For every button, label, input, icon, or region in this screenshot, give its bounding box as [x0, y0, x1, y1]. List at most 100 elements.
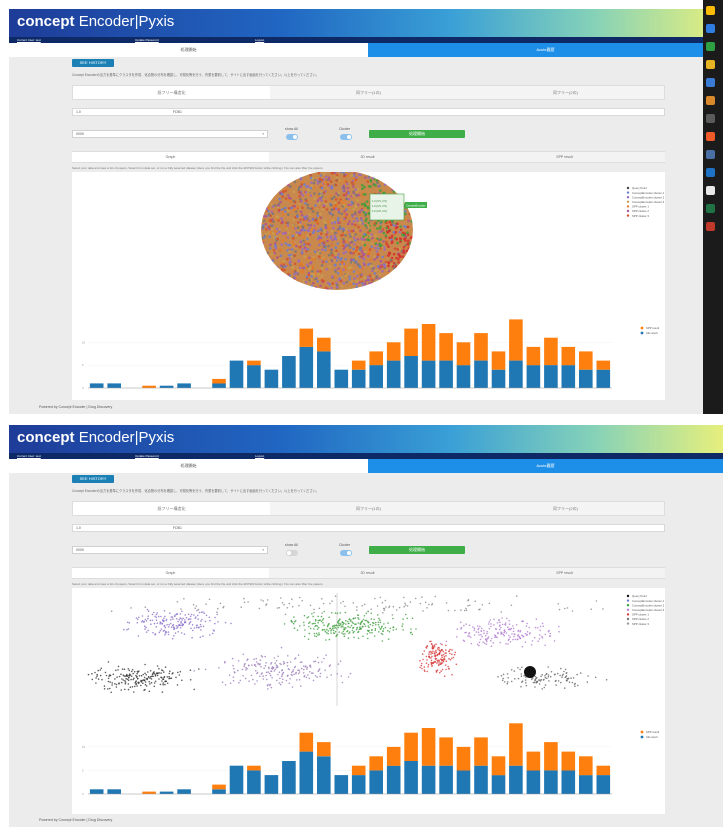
scatter-point: [218, 667, 220, 669]
scatter-point: [187, 613, 190, 615]
notepad-icon[interactable]: [706, 186, 715, 195]
query-point[interactable]: [524, 666, 536, 678]
edge-icon[interactable]: [706, 24, 715, 33]
terminal-icon[interactable]: [706, 114, 715, 123]
subtab-3-2[interactable]: 同フリー(2の): [467, 502, 664, 515]
scatter-point: [153, 682, 156, 684]
nav-tab-history-2[interactable]: Acute履歴: [368, 459, 723, 473]
bar-spp-18: [386, 746, 401, 766]
scatter-point: [311, 210, 315, 213]
teams-icon[interactable]: [706, 168, 715, 177]
bar-chart-2[interactable]: 0510: [82, 723, 612, 796]
run-button-2[interactable]: 処理開始: [369, 546, 465, 554]
mail-icon[interactable]: [706, 60, 715, 69]
subtab-1-2[interactable]: 既フリー構造化: [73, 502, 270, 515]
dataset-select-2[interactable]: 0000 ▾: [72, 546, 268, 554]
show-all-toggle-2[interactable]: [286, 550, 298, 556]
explorer-icon[interactable]: [706, 42, 715, 51]
nav-tab-process[interactable]: 処理開始: [9, 43, 368, 57]
dataset-select[interactable]: 0000 ▾: [72, 130, 268, 138]
scatter-point: [403, 225, 406, 228]
scatter-plot-1[interactable]: 1.0 (0.5, 2.5) 1.0 (0.5, 2.5) 1.0 (0.8, …: [72, 172, 665, 400]
scatter-point: [282, 190, 285, 194]
scatter-point: [430, 653, 432, 655]
scatter-point: [330, 249, 333, 252]
nav-tab-history[interactable]: Acute履歴: [368, 43, 723, 57]
scatter-point: [260, 655, 263, 657]
see-history-button-2[interactable]: SEE HISTORY: [72, 475, 114, 483]
scatter-point: [511, 633, 513, 635]
scatter-plot-2[interactable]: Query PointConceptEncoder cluster 1Conce…: [72, 588, 665, 814]
scatter-point: [363, 275, 367, 279]
scatter-point: [563, 670, 565, 673]
scatter-point: [547, 674, 550, 676]
word-icon[interactable]: [706, 150, 715, 159]
excel-icon[interactable]: [706, 204, 715, 213]
scatter-point: [270, 686, 273, 689]
scatter-point: [330, 204, 333, 207]
scatter-point: [99, 669, 102, 671]
scatter-point: [135, 617, 138, 619]
scatter-point: [362, 635, 364, 638]
scatter-point: [166, 624, 168, 626]
scatter-point: [269, 684, 271, 687]
subtab-2-2[interactable]: 同フリー(1の): [270, 502, 467, 515]
scatter-point: [371, 176, 375, 180]
scatter-point: [295, 271, 298, 275]
scatter-point: [194, 617, 196, 619]
show-all-toggle[interactable]: [286, 134, 298, 140]
scatter-point: [134, 682, 136, 684]
scatter-point: [289, 263, 292, 267]
scatter-point: [456, 636, 458, 638]
scatter-point: [316, 179, 319, 182]
scatter-point: [339, 279, 343, 283]
see-history-button[interactable]: SEE HISTORY: [72, 59, 114, 67]
scatter-point: [189, 679, 192, 681]
scatter-point: [387, 264, 390, 268]
scatter-point: [313, 628, 315, 630]
subtab-1[interactable]: 既フリー構造化: [73, 86, 270, 99]
scatter-point: [202, 611, 204, 613]
scatter-point: [525, 682, 527, 684]
scatter-point: [276, 215, 279, 219]
run-button[interactable]: 処理開始: [369, 130, 465, 138]
app-icon[interactable]: [706, 222, 715, 231]
bar-chart-1[interactable]: 0510: [82, 319, 612, 390]
scatter-point: [164, 626, 167, 629]
scatter-point: [355, 256, 359, 259]
scatter-point: [342, 621, 344, 624]
chrome-icon[interactable]: [706, 6, 715, 15]
scatter-point: [136, 670, 139, 673]
scatter-point: [553, 640, 556, 642]
tab-spp-result-2[interactable]: SPP result: [466, 568, 663, 578]
scatter-point: [144, 681, 147, 683]
scatter-point: [321, 661, 323, 663]
subtab-2[interactable]: 同フリー(1の): [270, 86, 467, 99]
scatter-point: [363, 623, 365, 625]
powerpoint-icon[interactable]: [706, 132, 715, 141]
tab-2d-result[interactable]: 2D result: [269, 152, 466, 162]
scatter-point: [322, 172, 326, 175]
tab-spp-result[interactable]: SPP result: [466, 152, 663, 162]
cluster-toggle-2[interactable]: [340, 550, 352, 556]
scatter-point: [337, 626, 340, 629]
cluster-toggle[interactable]: [340, 134, 352, 140]
scatter-point: [238, 681, 240, 684]
scatter-point: [264, 232, 268, 236]
paint-icon[interactable]: [706, 96, 715, 105]
settings-icon[interactable]: [706, 78, 715, 87]
y-tick-label: 10: [82, 340, 86, 344]
scatter-point: [351, 222, 354, 226]
id-input-row-2[interactable]: 1.0 FDB1: [72, 524, 665, 532]
tab-2d-result-2[interactable]: 2D result: [269, 568, 466, 578]
scatter-point: [467, 604, 469, 607]
scatter-point: [448, 650, 450, 653]
id-input-row[interactable]: 1.0 FDB1: [72, 108, 665, 116]
bar-spp-25: [509, 723, 523, 766]
scatter-point: [271, 666, 274, 668]
tab-graph-2[interactable]: Graph: [72, 568, 269, 578]
nav-tab-process-2[interactable]: 処理開始: [9, 459, 368, 473]
tab-graph[interactable]: Graph: [72, 152, 269, 162]
scatter-point: [132, 678, 134, 681]
subtab-3[interactable]: 同フリー(2の): [467, 86, 664, 99]
